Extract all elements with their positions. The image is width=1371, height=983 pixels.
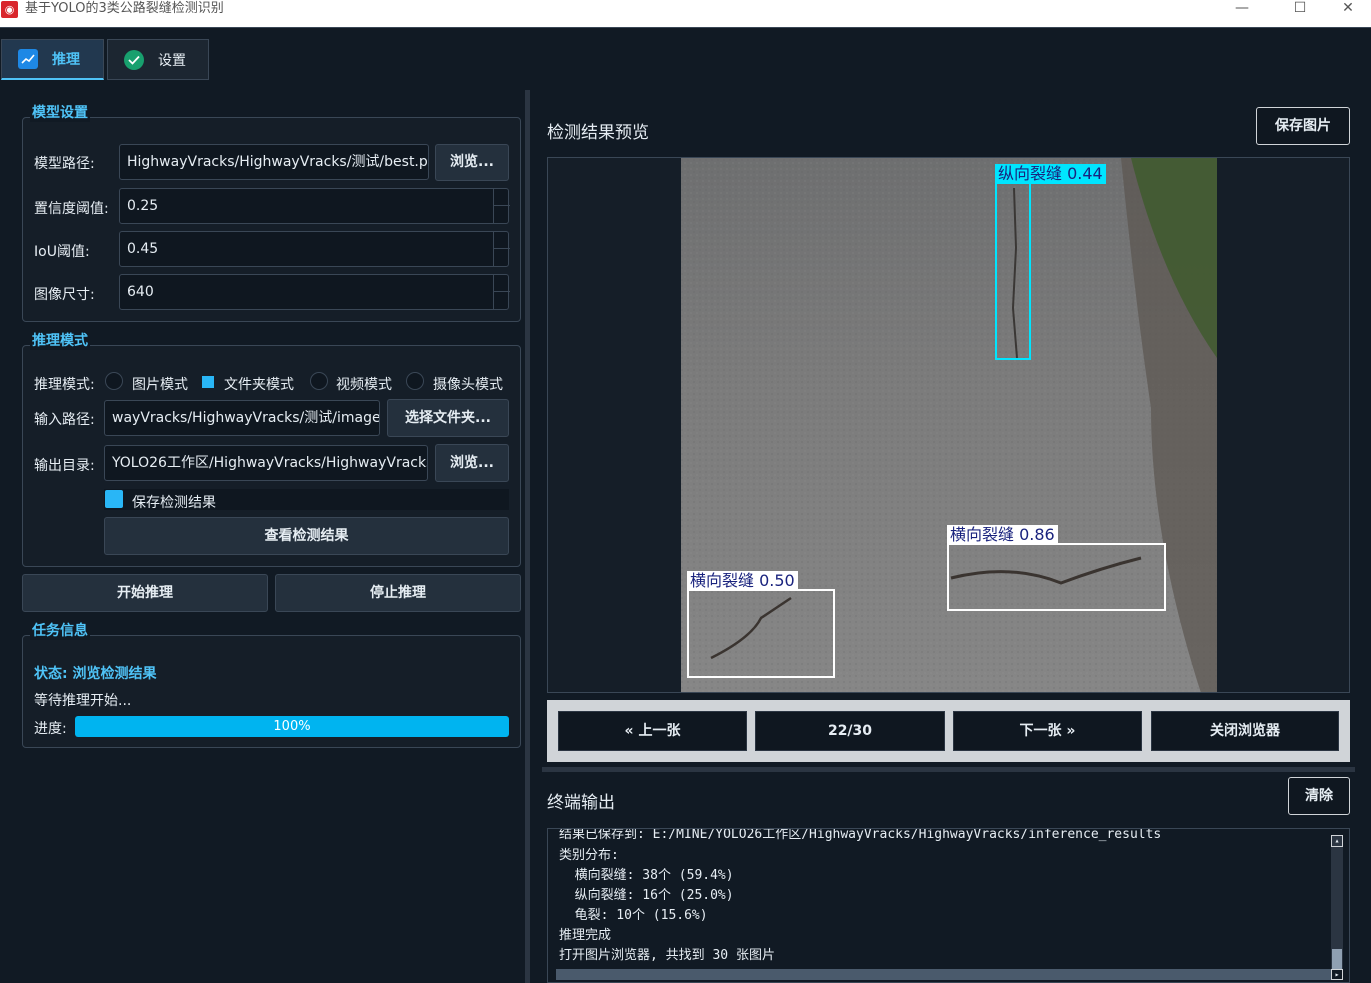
inference-mode-title: 推理模式 [30, 330, 90, 350]
terminal-title: 终端输出 [547, 793, 615, 813]
camera-mode-radio[interactable] [406, 372, 424, 390]
scroll-right-icon[interactable]: ▸ [1331, 969, 1343, 980]
image-counter: 22/30 [755, 711, 945, 751]
tab-settings[interactable]: 设置 [107, 39, 209, 80]
image-navigator: « 上一张 22/30 下一张 » 关闭浏览器 [547, 700, 1350, 762]
waiting-text: 等待推理开始... [34, 693, 132, 709]
minimize-button[interactable]: — [1219, 0, 1265, 20]
horizontal-splitter[interactable] [542, 767, 1355, 772]
select-folder-button[interactable]: 选择文件夹... [387, 399, 509, 437]
app-logo-icon: ◉ [1, 1, 18, 18]
save-results-checkbox[interactable] [105, 490, 123, 508]
stop-inference-button[interactable]: 停止推理 [275, 574, 521, 612]
detection-label-longitudinal: 纵向裂缝 0.44 [995, 164, 1106, 184]
terminal-line: 横向裂缝: 38个 (59.4%) [559, 868, 734, 883]
terminal-line: 打开图片浏览器, 共找到 30 张图片 [559, 948, 775, 963]
tab-inference[interactable]: 推理 [1, 39, 104, 80]
imgsz-label: 图像尺寸: [34, 287, 95, 303]
output-dir-label: 输出目录: [34, 458, 95, 474]
model-settings-title: 模型设置 [30, 102, 90, 122]
save-results-label: 保存检测结果 [132, 495, 216, 511]
preview-title: 检测结果预览 [547, 123, 649, 143]
detection-label-transverse-1: 横向裂缝 0.86 [947, 525, 1058, 545]
video-mode-label: 视频模式 [336, 377, 392, 393]
tab-settings-label: 设置 [158, 52, 186, 69]
model-path-input[interactable]: HighwayVracks/HighwayVracks/测试/best.pt [119, 144, 429, 180]
scroll-up-icon[interactable]: ▴ [1331, 835, 1343, 847]
terminal-hscrollbar[interactable]: ▸ [556, 969, 1343, 980]
window-title: 基于YOLO的3类公路裂缝检测识别 [25, 1, 224, 16]
folder-mode-label: 文件夹模式 [224, 377, 294, 393]
terminal-line: 类别分布: [559, 848, 619, 863]
terminal-line: 结果已保存到: E:/MINE/YOLO26工作区/HighwayVracks/… [559, 828, 1162, 842]
image-mode-label: 图片模式 [132, 377, 188, 393]
terminal-line: 龟裂: 10个 (15.6%) [559, 908, 708, 923]
maximize-button[interactable]: ☐ [1277, 0, 1323, 20]
conf-stepper[interactable] [493, 188, 510, 224]
tab-inference-label: 推理 [52, 52, 80, 68]
iou-label: IoU阈值: [34, 244, 90, 260]
preview-area: 纵向裂缝 0.44 横向裂缝 0.86 横向裂缝 0.50 [547, 157, 1350, 693]
detection-label-transverse-2: 横向裂缝 0.50 [687, 571, 798, 591]
terminal-line: 推理完成 [559, 928, 612, 943]
folder-mode-radio[interactable] [202, 376, 214, 388]
save-image-button[interactable]: 保存图片 [1256, 107, 1350, 145]
vertical-splitter[interactable] [525, 90, 530, 983]
tab-bar: 推理 设置 [0, 27, 1371, 80]
check-shield-icon [124, 49, 144, 70]
iou-spinbox[interactable]: 0.45 [119, 231, 509, 267]
conf-spinbox[interactable]: 0.25 [119, 188, 509, 224]
detection-box-transverse-1: 横向裂缝 0.86 [947, 525, 1166, 611]
title-bar: ◉ 基于YOLO的3类公路裂缝检测识别 — ☐ ✕ [0, 0, 1371, 27]
imgsz-stepper[interactable] [493, 274, 510, 310]
close-browser-button[interactable]: 关闭浏览器 [1151, 711, 1339, 751]
clear-terminal-button[interactable]: 清除 [1288, 777, 1350, 815]
view-results-button[interactable]: 查看检测结果 [104, 517, 509, 555]
output-dir-input[interactable]: YOLO26工作区/HighwayVracks/HighwayVracks [104, 445, 428, 481]
input-path-input[interactable]: wayVracks/HighwayVracks/测试/image [104, 400, 380, 436]
imgsz-spinbox[interactable]: 640 [119, 274, 509, 310]
video-mode-radio[interactable] [310, 372, 328, 390]
close-window-button[interactable]: ✕ [1325, 0, 1371, 20]
progress-bar: 100% [75, 716, 509, 737]
chart-icon [18, 49, 38, 69]
output-browse-button[interactable]: 浏览... [435, 444, 509, 482]
start-inference-button[interactable]: 开始推理 [22, 574, 268, 612]
conf-label: 置信度阈值: [34, 201, 109, 217]
task-info-title: 任务信息 [30, 620, 90, 640]
terminal-vscrollbar[interactable]: ▴ [1331, 835, 1343, 969]
progress-label: 进度: [34, 721, 67, 737]
terminal-vscroll-thumb[interactable] [1332, 949, 1342, 969]
road-crack-image: 纵向裂缝 0.44 横向裂缝 0.86 横向裂缝 0.50 [681, 158, 1217, 692]
prev-image-button[interactable]: « 上一张 [558, 711, 747, 751]
model-browse-button[interactable]: 浏览... [435, 144, 509, 181]
terminal-line: 纵向裂缝: 16个 (25.0%) [559, 888, 734, 903]
detection-box-transverse-2: 横向裂缝 0.50 [687, 571, 835, 678]
detection-box-longitudinal: 纵向裂缝 0.44 [995, 164, 1106, 360]
next-image-button[interactable]: 下一张 » [953, 711, 1142, 751]
status-text: 状态: 浏览检测结果 [34, 666, 157, 682]
iou-stepper[interactable] [493, 231, 510, 267]
progress-text: 100% [273, 719, 311, 734]
mode-label: 推理模式: [34, 377, 95, 393]
model-path-label: 模型路径: [34, 156, 95, 172]
camera-mode-label: 摄像头模式 [433, 377, 503, 393]
image-mode-radio[interactable] [105, 372, 123, 390]
input-path-label: 输入路径: [34, 412, 95, 428]
terminal-output[interactable]: 结果已保存到: E:/MINE/YOLO26工作区/HighwayVracks/… [547, 828, 1350, 983]
